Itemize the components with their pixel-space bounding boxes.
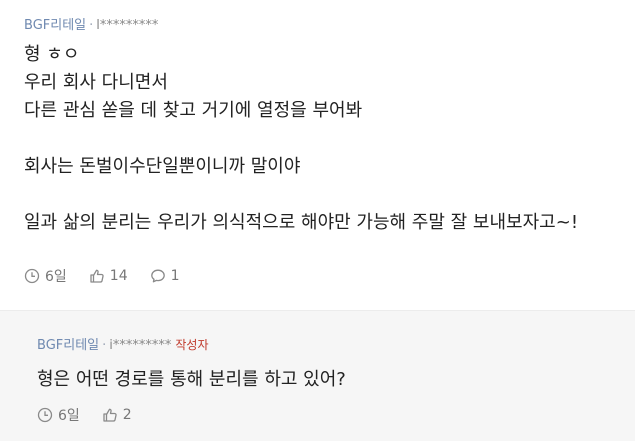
comment: BGF리테일 · l********* 형 ㅎㅇ 우리 회사 다니면서 다른 관심 … <box>0 0 635 308</box>
user-id: i********* <box>109 338 172 353</box>
user-id: l********* <box>96 18 159 33</box>
reply-count: 1 <box>170 268 180 284</box>
time-label: 6일 <box>45 269 67 285</box>
company-name[interactable]: BGF리테일 <box>37 338 99 353</box>
meta-separator: · <box>102 338 107 353</box>
clock-icon <box>37 407 53 423</box>
comment-line: 회사는 돈벌이수단일뿐이니까 말이야 <box>24 156 301 177</box>
time-indicator: 6일 <box>24 266 67 286</box>
comment-blank-line <box>24 125 624 153</box>
author-badge: 작성자 <box>175 338 209 352</box>
meta-separator: · <box>89 18 94 33</box>
comment-line: 형 ㅎㅇ <box>24 44 80 65</box>
time-label: 6일 <box>58 408 80 424</box>
thumbs-up-icon <box>103 408 117 422</box>
reply-line: 형은 어떤 경로를 통해 분리를 하고 있어? <box>37 369 346 390</box>
reply-actions: 6일 2 <box>37 405 154 425</box>
comment-line: 다른 관심 쏟을 데 찾고 거기에 열정을 부어봐 <box>24 100 363 121</box>
comment-actions: 6일 14 1 <box>24 266 202 286</box>
like-button[interactable]: 14 <box>89 268 128 284</box>
like-count: 2 <box>122 407 132 423</box>
comment-line: 우리 회사 다니면서 <box>24 72 168 93</box>
reply-button[interactable]: 1 <box>150 268 180 284</box>
comment-meta: BGF리테일 · l********* <box>24 14 158 33</box>
like-button[interactable]: 2 <box>102 407 132 423</box>
reply-body: 형은 어떤 경로를 통해 분리를 하고 있어? <box>37 366 635 394</box>
reply-comment: BGF리테일 · i********* 작성자 형은 어떤 경로를 통해 분리를 하고… <box>0 310 635 441</box>
thumbs-up-icon <box>90 269 104 283</box>
comment-blank-line <box>24 181 624 209</box>
like-count: 14 <box>109 268 128 284</box>
speech-bubble-icon <box>150 269 165 283</box>
comment-body: 형 ㅎㅇ 우리 회사 다니면서 다른 관심 쏟을 데 찾고 거기에 열정을 부어… <box>24 41 624 237</box>
company-name[interactable]: BGF리테일 <box>24 18 86 33</box>
time-indicator: 6일 <box>37 405 80 425</box>
clock-icon <box>24 268 40 284</box>
comment-line: 일과 삶의 분리는 우리가 의식적으로 해야만 가능해 주말 잘 보내보자고~! <box>24 212 579 233</box>
reply-meta: BGF리테일 · i********* 작성자 <box>37 334 209 353</box>
